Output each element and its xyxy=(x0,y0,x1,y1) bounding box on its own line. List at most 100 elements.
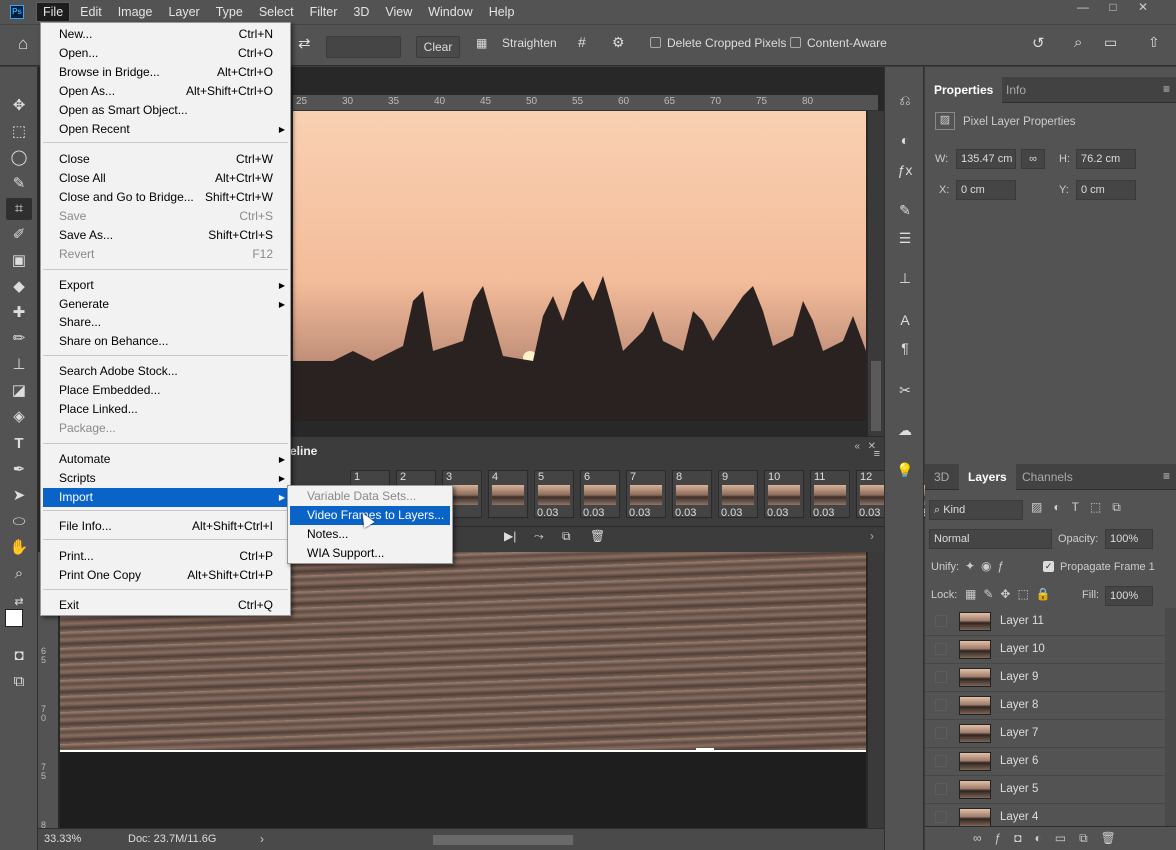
unify-icons[interactable]: ✦◉ƒ xyxy=(965,559,1010,573)
timeline-frame[interactable]: 5 0.03 xyxy=(534,470,574,519)
lock-icons[interactable]: ▦✎✥⬚🔒 xyxy=(965,587,1058,601)
hand-tool-icon[interactable]: ✋ xyxy=(6,537,32,559)
tab-3d[interactable]: 3D xyxy=(925,464,958,490)
crop-tool-icon[interactable]: ⌗ xyxy=(6,198,32,220)
file-menu-item[interactable]: Close and Go to Bridge... Shift+Ctrl+W xyxy=(43,188,288,207)
file-menu-item[interactable]: Search Adobe Stock... xyxy=(43,362,288,381)
clear-button[interactable]: Clear xyxy=(416,36,460,58)
file-menu-item[interactable]: File Info... Alt+Shift+Ctrl+I xyxy=(43,517,288,536)
content-aware-checkbox[interactable]: Content-Aware xyxy=(790,36,887,50)
visibility-toggle[interactable] xyxy=(935,643,947,655)
crop-handle[interactable] xyxy=(696,748,714,752)
frame-duration[interactable]: 0.03 xyxy=(537,507,558,519)
layer-name[interactable]: Layer 11 xyxy=(1000,615,1044,627)
healing-brush-icon[interactable]: ✚ xyxy=(6,302,32,324)
file-menu-item[interactable]: Place Linked... xyxy=(43,400,288,419)
frame-duration[interactable]: 0.03 xyxy=(583,507,604,519)
swap-icon[interactable]: ⇄ xyxy=(298,34,311,52)
layer-name[interactable]: Layer 6 xyxy=(1000,755,1038,767)
reset-icon[interactable]: ↺ xyxy=(1032,34,1045,52)
minimize-button[interactable]: — xyxy=(1070,0,1096,18)
layer-row[interactable]: Layer 9 xyxy=(925,664,1165,692)
tools-preset-icon[interactable]: ✂ xyxy=(894,379,916,401)
brush-settings-icon[interactable]: ✎ xyxy=(894,199,916,221)
brush-tool-icon[interactable]: ✏ xyxy=(6,328,32,350)
pen-tool-icon[interactable]: ✒ xyxy=(6,459,32,481)
clone-source-icon[interactable]: ⊥ xyxy=(894,267,916,289)
styles-icon[interactable]: ƒx xyxy=(894,159,916,181)
menu-3d[interactable]: 3D xyxy=(347,3,375,21)
screen-mode-icon[interactable]: ⧉ xyxy=(6,671,32,693)
panel-menu-icon[interactable]: ≡ xyxy=(1163,82,1170,96)
tab-properties[interactable]: Properties xyxy=(925,77,1003,103)
history-icon[interactable]: ⎌ xyxy=(894,89,916,111)
menu-filter[interactable]: Filter xyxy=(304,3,344,21)
file-menu-item[interactable]: Save As... Shift+Ctrl+S xyxy=(43,226,288,245)
workspace-icon[interactable]: ▭ xyxy=(1104,34,1117,51)
close-button[interactable]: ✕ xyxy=(1130,0,1156,18)
file-menu-item[interactable]: Exit Ctrl+Q xyxy=(43,596,288,615)
layer-name[interactable]: Layer 5 xyxy=(1000,783,1038,795)
timeline-frame[interactable]: 8 0.03 xyxy=(672,470,712,519)
brush-presets-icon[interactable]: ☰ xyxy=(894,227,916,249)
file-menu-item[interactable]: Close Ctrl+W xyxy=(43,150,288,169)
file-menu-item[interactable]: Scripts ▶ xyxy=(43,469,288,488)
frame-duration[interactable]: 0.03 xyxy=(675,507,696,519)
straighten-icon[interactable]: ▦ xyxy=(476,36,487,50)
frame-duration[interactable]: 0.03 xyxy=(859,507,880,519)
timeline-frame[interactable]: 7 0.03 xyxy=(626,470,666,519)
blend-mode-select[interactable]: Normal xyxy=(929,529,1052,549)
tween-icon[interactable]: ⤳ xyxy=(534,529,544,544)
vertical-scroll-thumb[interactable] xyxy=(871,361,881,431)
file-menu-item[interactable]: Open as Smart Object... xyxy=(43,101,288,120)
propagate-checkbox[interactable]: ✓ xyxy=(1043,561,1054,572)
file-menu-item[interactable]: New... Ctrl+N xyxy=(43,25,288,44)
frame-duration[interactable]: 0.03 xyxy=(813,507,834,519)
horizontal-scroll-thumb[interactable] xyxy=(433,835,573,845)
fill-field[interactable]: 100% xyxy=(1105,586,1153,606)
file-menu-item[interactable]: Share on Behance... xyxy=(43,332,288,351)
path-select-icon[interactable]: ➤ xyxy=(6,485,32,507)
maximize-button[interactable]: □ xyxy=(1100,0,1126,18)
menu-help[interactable]: Help xyxy=(483,3,521,21)
kind-filter[interactable]: ⌕ Kind xyxy=(929,500,1023,520)
marquee-tool-icon[interactable]: ⬚ xyxy=(6,121,32,143)
menu-select[interactable]: Select xyxy=(253,3,300,21)
layer-row[interactable]: Layer 4 xyxy=(925,804,1165,826)
layer-row[interactable]: Layer 10 xyxy=(925,636,1165,664)
frame-duration[interactable]: 0.03 xyxy=(629,507,650,519)
duplicate-frame-icon[interactable]: ⧉ xyxy=(562,529,571,544)
layer-name[interactable]: Layer 8 xyxy=(1000,699,1038,711)
height-field[interactable]: 76.2 cm xyxy=(1076,149,1136,169)
import-menu-item[interactable]: WIA Support... xyxy=(290,544,450,563)
visibility-toggle[interactable] xyxy=(935,615,947,627)
layer-row[interactable]: Layer 6 xyxy=(925,748,1165,776)
paragraph-icon[interactable]: ¶ xyxy=(894,337,916,359)
layer-row[interactable]: Layer 5 xyxy=(925,776,1165,804)
eyedropper-tool-icon[interactable]: ✐ xyxy=(6,224,32,246)
menu-window[interactable]: Window xyxy=(422,3,478,21)
file-menu-item[interactable]: Open... Ctrl+O xyxy=(43,44,288,63)
collapse-icon[interactable]: « xyxy=(854,441,860,452)
timeline-frame[interactable]: 9 0.03 xyxy=(718,470,758,519)
file-menu-item[interactable]: Open As... Alt+Shift+Ctrl+O xyxy=(43,82,288,101)
quick-select-tool-icon[interactable]: ✎ xyxy=(6,173,32,195)
timeline-frame[interactable]: 10 0.03 xyxy=(764,470,804,519)
file-menu-item[interactable]: Close All Alt+Ctrl+W xyxy=(43,169,288,188)
filter-icons[interactable]: ▨◐T⬚⧉ xyxy=(1031,500,1132,515)
link-icon[interactable]: ∞ xyxy=(1021,149,1045,169)
opacity-field[interactable]: 100% xyxy=(1105,529,1153,549)
layers-scrollbar[interactable] xyxy=(1165,608,1176,826)
menu-view[interactable]: View xyxy=(379,3,418,21)
zoom-level[interactable]: 33.33% xyxy=(44,833,81,845)
eraser-tool-icon[interactable]: ◪ xyxy=(6,380,32,402)
timeline-frame[interactable]: 6 0.03 xyxy=(580,470,620,519)
quick-mask-icon[interactable]: ◘ xyxy=(6,645,32,667)
visibility-toggle[interactable] xyxy=(935,671,947,683)
layer-name[interactable]: Layer 10 xyxy=(1000,643,1045,655)
file-menu-item[interactable]: Open Recent ▶ xyxy=(43,120,288,139)
move-tool-icon[interactable]: ✥ xyxy=(6,95,32,117)
layer-row[interactable]: Layer 8 xyxy=(925,692,1165,720)
tab-channels[interactable]: Channels xyxy=(1013,464,1082,490)
menu-layer[interactable]: Layer xyxy=(162,3,205,21)
